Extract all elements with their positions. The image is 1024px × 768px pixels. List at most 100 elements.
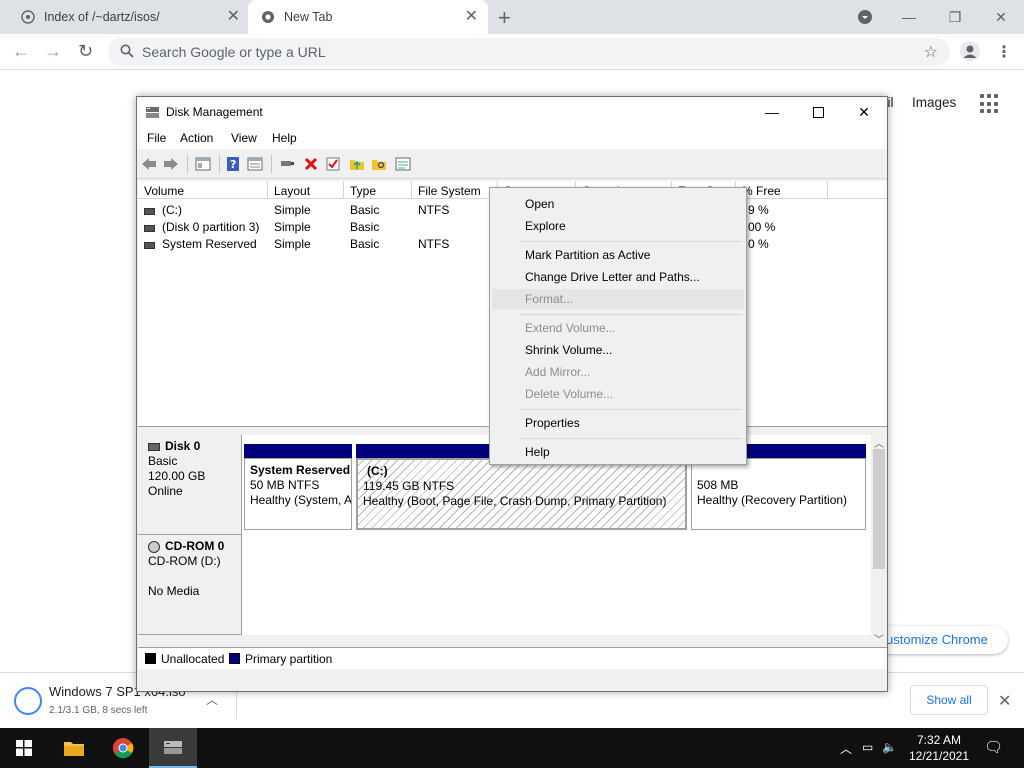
show-hide-tree-icon[interactable] bbox=[195, 156, 211, 172]
menu-item-extend-volume: Extend Volume... bbox=[525, 321, 616, 335]
chrome-menu-icon[interactable]: ⋮ bbox=[996, 42, 1012, 62]
menu-item-delete-volume: Delete Volume... bbox=[525, 387, 614, 401]
cdrom-0-label[interactable]: CD-ROM 0 CD-ROM (D:) No Media bbox=[138, 535, 242, 635]
menu-view[interactable]: View bbox=[231, 131, 257, 145]
minimize-icon[interactable]: — bbox=[886, 0, 932, 34]
menu-separator bbox=[520, 314, 742, 315]
menu-file[interactable]: File bbox=[147, 131, 166, 145]
column-header-layout[interactable]: Layout bbox=[268, 181, 344, 199]
svg-text:?: ? bbox=[230, 158, 236, 171]
profile-avatar-icon[interactable] bbox=[960, 41, 980, 61]
volume-icon bbox=[144, 208, 155, 215]
cdrom-icon bbox=[148, 540, 160, 553]
partition-c-selected[interactable]: (C:) 119.45 GB NTFS Healthy (Boot, Page … bbox=[356, 458, 687, 530]
menu-item-help[interactable]: Help bbox=[525, 445, 550, 459]
column-header-type[interactable]: Type bbox=[344, 181, 412, 199]
chrome-taskbar-icon[interactable] bbox=[99, 728, 147, 768]
menu-separator bbox=[520, 241, 742, 242]
volume-icon bbox=[144, 242, 155, 249]
partition-context-menu: Open Explore Mark Partition as Active Ch… bbox=[489, 187, 747, 465]
menu-separator bbox=[520, 409, 742, 410]
tab-new-tab[interactable]: New Tab ✕ bbox=[248, 0, 488, 34]
maximize-icon[interactable] bbox=[795, 97, 841, 127]
notification-icon[interactable]: 🗨 bbox=[984, 738, 1003, 756]
menu-item-shrink-volume[interactable]: Shrink Volume... bbox=[525, 343, 612, 357]
browser-toolbar: ← → ↻ Search Google or type a URL ☆ ⋮ bbox=[0, 34, 1024, 70]
download-file-icon[interactable] bbox=[14, 687, 42, 715]
close-window-icon[interactable]: ✕ bbox=[978, 0, 1024, 34]
menu-item-explore[interactable]: Explore bbox=[525, 219, 566, 233]
search-icon bbox=[120, 44, 134, 61]
scroll-up-icon[interactable]: ︿ bbox=[874, 435, 884, 450]
forward-arrow-icon[interactable] bbox=[163, 156, 179, 172]
tab-search-icon[interactable] bbox=[842, 0, 888, 34]
connect-icon[interactable] bbox=[279, 156, 295, 172]
disk-panel-scrollbar[interactable]: ︿ ﹀ bbox=[871, 435, 887, 647]
scroll-thumb[interactable] bbox=[873, 449, 885, 569]
start-button[interactable] bbox=[0, 728, 48, 768]
properties-pane-icon[interactable] bbox=[247, 156, 263, 172]
partition-recovery[interactable]: 508 MB Healthy (Recovery Partition) bbox=[691, 458, 866, 530]
menu-item-mark-active[interactable]: Mark Partition as Active bbox=[525, 248, 650, 262]
menu-item-format: Format... bbox=[525, 292, 574, 306]
menu-item-change-drive-letter[interactable]: Change Drive Letter and Paths... bbox=[525, 270, 700, 284]
menu-item-properties[interactable]: Properties bbox=[525, 416, 580, 430]
tray-chevron-icon[interactable]: ︿ bbox=[840, 740, 852, 757]
column-header-volume[interactable]: Volume bbox=[138, 181, 268, 199]
menu-action[interactable]: Action bbox=[180, 131, 213, 145]
clock[interactable]: 7:32 AM 12/21/2021 bbox=[900, 732, 978, 764]
close-tab-icon[interactable]: ✕ bbox=[227, 9, 240, 25]
disk-management-icon bbox=[145, 105, 160, 122]
menu-item-open[interactable]: Open bbox=[525, 197, 554, 211]
column-header-file-system[interactable]: File System bbox=[412, 181, 498, 199]
google-apps-icon[interactable] bbox=[980, 94, 1000, 114]
restore-icon[interactable]: ❐ bbox=[932, 0, 978, 34]
taskbar: ︿ ▭ 🔈 7:32 AM 12/21/2021 🗨 bbox=[0, 728, 1024, 768]
legend-swatch-unallocated bbox=[145, 653, 156, 664]
menu-item-add-mirror: Add Mirror... bbox=[525, 365, 591, 379]
window-title: Disk Management bbox=[166, 105, 263, 119]
menu-help[interactable]: Help bbox=[272, 131, 297, 145]
column-header-percent-free[interactable]: % Free bbox=[736, 181, 828, 199]
windows-logo-icon bbox=[16, 740, 32, 756]
folder-search-icon[interactable] bbox=[371, 156, 387, 172]
back-arrow-icon[interactable] bbox=[141, 156, 157, 172]
show-all-button[interactable]: Show all bbox=[910, 685, 988, 715]
file-explorer-icon[interactable] bbox=[50, 728, 98, 768]
chrome-icon bbox=[260, 9, 276, 25]
volume-icon bbox=[144, 225, 155, 232]
disk-0-label[interactable]: Disk 0 Basic 120.00 GB Online bbox=[138, 435, 242, 535]
omnibox[interactable]: Search Google or type a URL ☆ bbox=[108, 38, 950, 66]
folder-up-icon[interactable] bbox=[349, 156, 365, 172]
clock-date: 12/21/2021 bbox=[908, 749, 970, 763]
back-icon[interactable]: ← bbox=[12, 41, 30, 62]
menu-separator bbox=[520, 438, 742, 439]
close-shelf-icon[interactable]: ✕ bbox=[998, 691, 1011, 711]
close-icon[interactable]: ✕ bbox=[841, 97, 887, 127]
partition-system-reserved[interactable]: System Reserved 50 MB NTFS Healthy (Syst… bbox=[244, 458, 352, 530]
legend-primary-partition: Primary partition bbox=[245, 652, 333, 666]
new-tab-button[interactable]: + bbox=[498, 5, 511, 31]
help-icon[interactable]: ? bbox=[225, 156, 241, 172]
delete-icon[interactable] bbox=[303, 156, 319, 172]
scroll-down-icon[interactable]: ﹀ bbox=[874, 631, 884, 646]
tab-index-dartz[interactable]: Index of /~dartz/isos/ ✕ bbox=[12, 0, 250, 34]
network-icon[interactable]: ▭ bbox=[862, 740, 873, 754]
legend-swatch-primary bbox=[229, 653, 240, 664]
omnibox-placeholder: Search Google or type a URL bbox=[142, 44, 326, 60]
page-favicon-icon bbox=[20, 9, 36, 25]
disk-management-taskbar-icon[interactable] bbox=[149, 728, 197, 768]
minimize-icon[interactable]: — bbox=[749, 97, 795, 127]
volume-muted-icon[interactable]: 🔈 bbox=[882, 740, 897, 754]
download-progress: 2.1/3.1 GB, 8 secs left bbox=[49, 705, 148, 716]
check-disk-icon[interactable] bbox=[325, 156, 341, 172]
reload-icon[interactable]: ↻ bbox=[78, 41, 93, 62]
disk-icon bbox=[148, 442, 160, 451]
images-link[interactable]: Images bbox=[912, 95, 956, 110]
bookmark-star-icon[interactable]: ☆ bbox=[924, 42, 938, 62]
forward-icon[interactable]: → bbox=[44, 41, 62, 62]
close-tab-icon[interactable]: ✕ bbox=[465, 9, 478, 25]
settings-list-icon[interactable] bbox=[395, 156, 411, 172]
toolbar: ? bbox=[137, 149, 887, 179]
chevron-up-icon[interactable]: ︿ bbox=[206, 691, 218, 708]
